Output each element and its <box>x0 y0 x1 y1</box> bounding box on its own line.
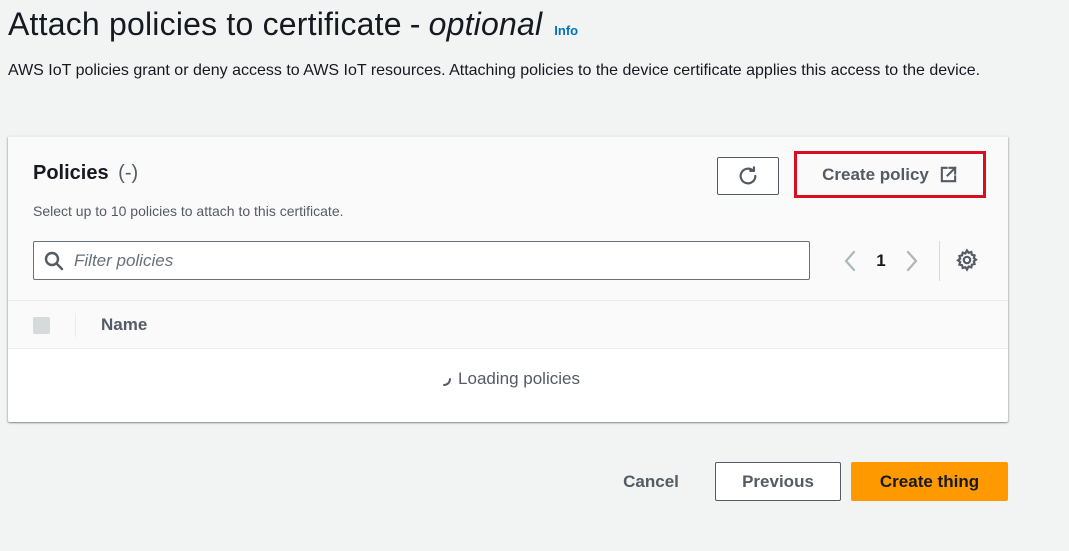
previous-button[interactable]: Previous <box>715 462 841 501</box>
page-description: AWS IoT policies grant or deny access to… <box>8 62 981 79</box>
policies-table-header: Name <box>8 301 1008 349</box>
page-title-optional: optional <box>428 6 543 42</box>
column-divider <box>75 313 76 337</box>
page-title: Attach policies to certificate - optional <box>8 6 542 43</box>
pagination-divider <box>939 241 940 281</box>
current-page-number[interactable]: 1 <box>868 251 894 271</box>
create-policy-button[interactable]: Create policy <box>799 156 981 193</box>
loading-indicator: Loading policies <box>8 369 1008 389</box>
loading-text: Loading policies <box>458 369 580 388</box>
filter-policies-input[interactable] <box>74 250 774 271</box>
chevron-right-icon <box>906 250 918 272</box>
cancel-button[interactable]: Cancel <box>610 462 692 501</box>
refresh-button[interactable] <box>717 157 779 195</box>
policies-panel: Policies (-) Select up to 10 policies to… <box>8 136 1008 422</box>
create-thing-button[interactable]: Create thing <box>851 462 1008 501</box>
refresh-icon <box>739 166 757 185</box>
table-settings-button[interactable] <box>955 248 979 272</box>
page-title-main: Attach policies to certificate <box>8 6 402 42</box>
next-page-button[interactable] <box>902 250 922 272</box>
pagination: 1 <box>840 246 922 276</box>
create-policy-highlight: Create policy <box>794 151 986 198</box>
policies-subtitle: Select up to 10 policies to attach to th… <box>33 203 344 219</box>
policies-panel-header: Policies (-) Select up to 10 policies to… <box>8 137 1008 301</box>
info-link[interactable]: Info <box>554 23 578 38</box>
search-icon <box>44 251 64 270</box>
filter-policies-field[interactable] <box>33 241 810 280</box>
create-policy-label: Create policy <box>822 164 929 184</box>
gear-icon <box>956 248 978 272</box>
external-link-icon <box>940 166 957 183</box>
page-title-separator: - <box>409 6 421 42</box>
column-header-name[interactable]: Name <box>101 315 147 335</box>
page-header: Attach policies to certificate - optional … <box>8 6 578 43</box>
policies-title-text: Policies <box>33 162 109 184</box>
previous-page-button[interactable] <box>840 250 860 272</box>
select-all-checkbox[interactable] <box>33 317 50 334</box>
policies-title: Policies (-) <box>33 162 138 185</box>
page: Attach policies to certificate - optional … <box>0 0 1069 551</box>
spinner-icon <box>443 378 452 386</box>
chevron-left-icon <box>844 250 856 272</box>
policies-count: (-) <box>118 162 139 184</box>
